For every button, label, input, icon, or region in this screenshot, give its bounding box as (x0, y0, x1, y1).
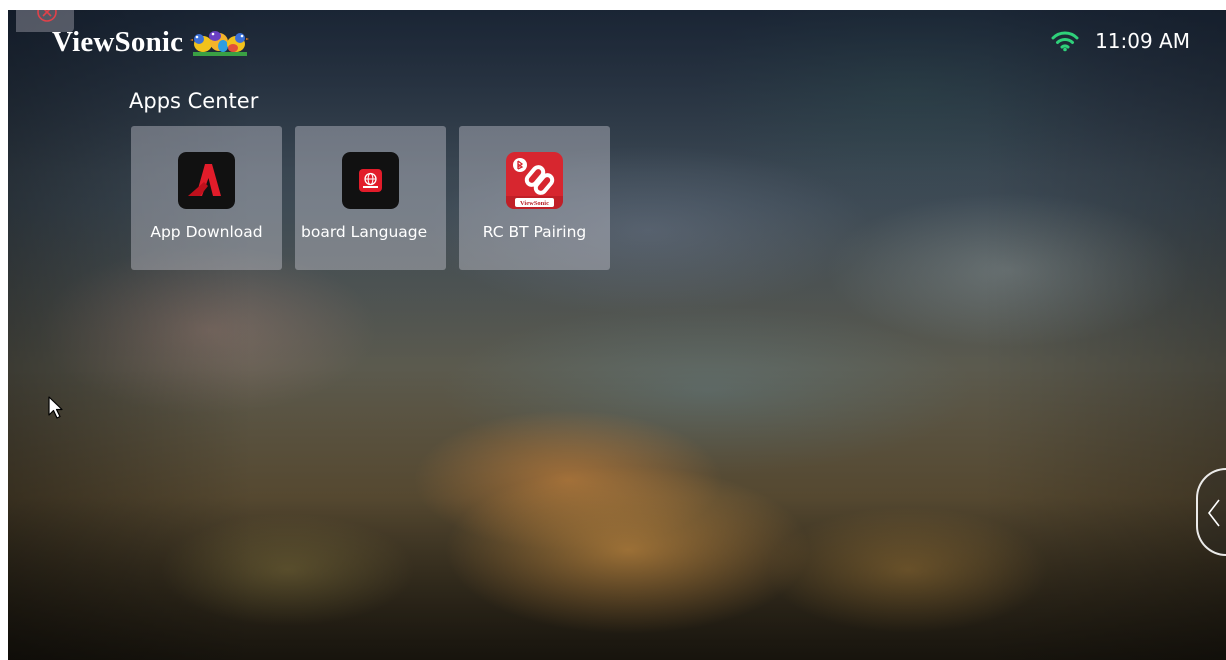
chevron-left-icon (1207, 499, 1220, 527)
app-tile-label: board Language (301, 223, 428, 241)
rc-bt-pairing-icon: ViewSonic (506, 152, 563, 209)
app-download-icon (178, 152, 235, 209)
side-panel-toggle[interactable] (1196, 468, 1226, 556)
status-bar: 11:09 AM (1051, 26, 1190, 56)
brand-logo: ViewSonic (52, 24, 251, 60)
projector-home-screen: ViewSonic 11:09 AM Apps Center App Downl… (8, 10, 1226, 660)
mouse-cursor-icon (48, 396, 63, 419)
close-icon (37, 10, 57, 22)
clock: 11:09 AM (1095, 29, 1190, 53)
keyboard-language-icon (342, 152, 399, 209)
app-tile-rc-bt-pairing[interactable]: ViewSonic RC BT Pairing (459, 126, 610, 270)
app-tile-label: App Download (150, 223, 263, 241)
app-tile-label: RC BT Pairing (482, 223, 587, 241)
svg-text:ViewSonic: ViewSonic (520, 200, 549, 207)
brand-name: ViewSonic (52, 25, 184, 58)
app-tile-app-download[interactable]: App Download (131, 126, 282, 270)
viewsonic-birds-icon (190, 31, 250, 56)
app-tile-keyboard-language[interactable]: board Language (295, 126, 446, 270)
apps-center-title: Apps Center (129, 89, 259, 113)
wifi-icon (1051, 31, 1079, 52)
